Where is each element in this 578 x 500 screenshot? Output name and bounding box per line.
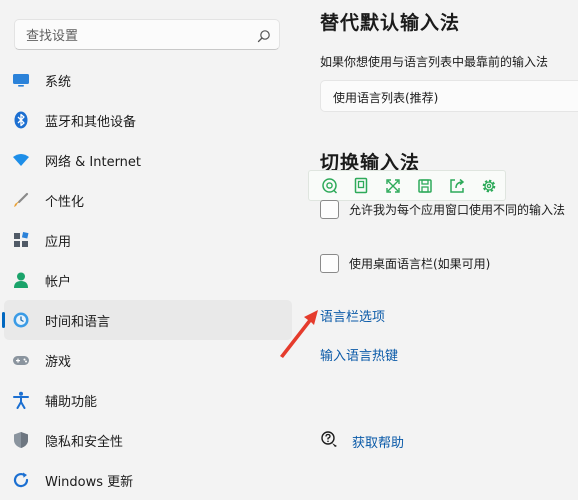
update-icon — [12, 471, 30, 489]
sidebar-item-label: 系统 — [45, 74, 72, 90]
sidebar-item-time-language[interactable]: 时间和语言 — [2, 300, 292, 340]
desktop-language-bar-checkbox[interactable] — [320, 254, 339, 273]
annotation-arrow — [280, 310, 318, 358]
default-input-dropdown[interactable]: 使用语言列表(推荐) — [320, 80, 578, 112]
wifi-icon — [12, 151, 30, 169]
sidebar-item-label: 个性化 — [45, 194, 85, 210]
sidebar-item-label: 时间和语言 — [45, 314, 111, 330]
language-bar-options-link[interactable]: 语言栏选项 — [320, 306, 385, 325]
sidebar-item-accounts[interactable]: 帐户 — [4, 260, 292, 300]
sidebar-item-label: 网络 & Internet — [45, 154, 142, 170]
input-language-hotkeys-link[interactable]: 输入语言热键 — [320, 345, 398, 364]
sidebar-item-label: 帐户 — [45, 274, 72, 290]
per-app-input-option[interactable]: 允许我为每个应用窗口使用不同的输入法 — [320, 200, 565, 219]
sidebar-item-label: 应用 — [45, 234, 72, 250]
apps-icon — [12, 231, 30, 249]
sidebar-item-system[interactable]: 系统 — [4, 60, 292, 100]
default-input-heading: 替代默认输入法 — [320, 12, 461, 34]
desktop-language-bar-label: 使用桌面语言栏(如果可用) — [349, 257, 491, 271]
monitor-icon — [12, 71, 30, 89]
floating-screenshot-toolbar — [308, 170, 506, 201]
sidebar-item-gaming[interactable]: 游戏 — [4, 340, 292, 380]
get-help-link[interactable]: 获取帮助 — [320, 430, 404, 452]
globe-clock-icon — [12, 311, 30, 329]
get-help-label: 获取帮助 — [352, 435, 405, 451]
sidebar-item-personalization[interactable]: 个性化 — [4, 180, 292, 220]
settings-search-box[interactable] — [14, 19, 280, 50]
brush-icon — [12, 191, 30, 209]
sidebar-nav: 系统 蓝牙和其他设备 网络 & Internet 个性化 应用 帐户 时间和语言… — [0, 60, 292, 500]
person-icon — [12, 271, 30, 289]
search-input[interactable] — [24, 25, 248, 47]
desktop-language-bar-option[interactable]: 使用桌面语言栏(如果可用) — [320, 254, 490, 273]
copy-icon[interactable] — [345, 170, 377, 201]
sidebar-item-label: Windows 更新 — [45, 474, 134, 490]
sidebar-item-label: 隐私和安全性 — [45, 434, 124, 450]
ocr-icon[interactable] — [313, 170, 345, 201]
sidebar-item-label: 蓝牙和其他设备 — [45, 114, 137, 130]
bluetooth-icon — [12, 111, 30, 129]
expand-icon[interactable] — [377, 170, 409, 201]
help-icon — [320, 430, 338, 452]
default-input-description: 如果你想使用与语言列表中最靠前的输入法 — [320, 55, 549, 69]
per-app-input-checkbox[interactable] — [320, 200, 339, 219]
accessibility-icon — [12, 391, 30, 409]
sidebar-item-network[interactable]: 网络 & Internet — [4, 140, 292, 180]
search-icon[interactable] — [257, 28, 271, 47]
sidebar-item-label: 游戏 — [45, 354, 72, 370]
sidebar-item-label: 辅助功能 — [45, 394, 98, 410]
per-app-input-label: 允许我为每个应用窗口使用不同的输入法 — [349, 203, 566, 217]
settings-icon[interactable] — [473, 170, 505, 201]
main-content: 替代默认输入法 如果你想使用与语言列表中最靠前的输入法 使用语言列表(推荐) 切… — [308, 0, 578, 495]
dropdown-selected-value: 使用语言列表(推荐) — [333, 91, 439, 105]
sidebar-item-bluetooth[interactable]: 蓝牙和其他设备 — [4, 100, 292, 140]
shield-icon — [12, 431, 30, 449]
sidebar-item-accessibility[interactable]: 辅助功能 — [4, 380, 292, 420]
sidebar-item-apps[interactable]: 应用 — [4, 220, 292, 260]
gamepad-icon — [12, 351, 30, 369]
save-icon[interactable] — [409, 170, 441, 201]
share-icon[interactable] — [441, 170, 473, 201]
sidebar-item-windows-update[interactable]: Windows 更新 — [4, 460, 292, 500]
sidebar-item-privacy[interactable]: 隐私和安全性 — [4, 420, 292, 460]
